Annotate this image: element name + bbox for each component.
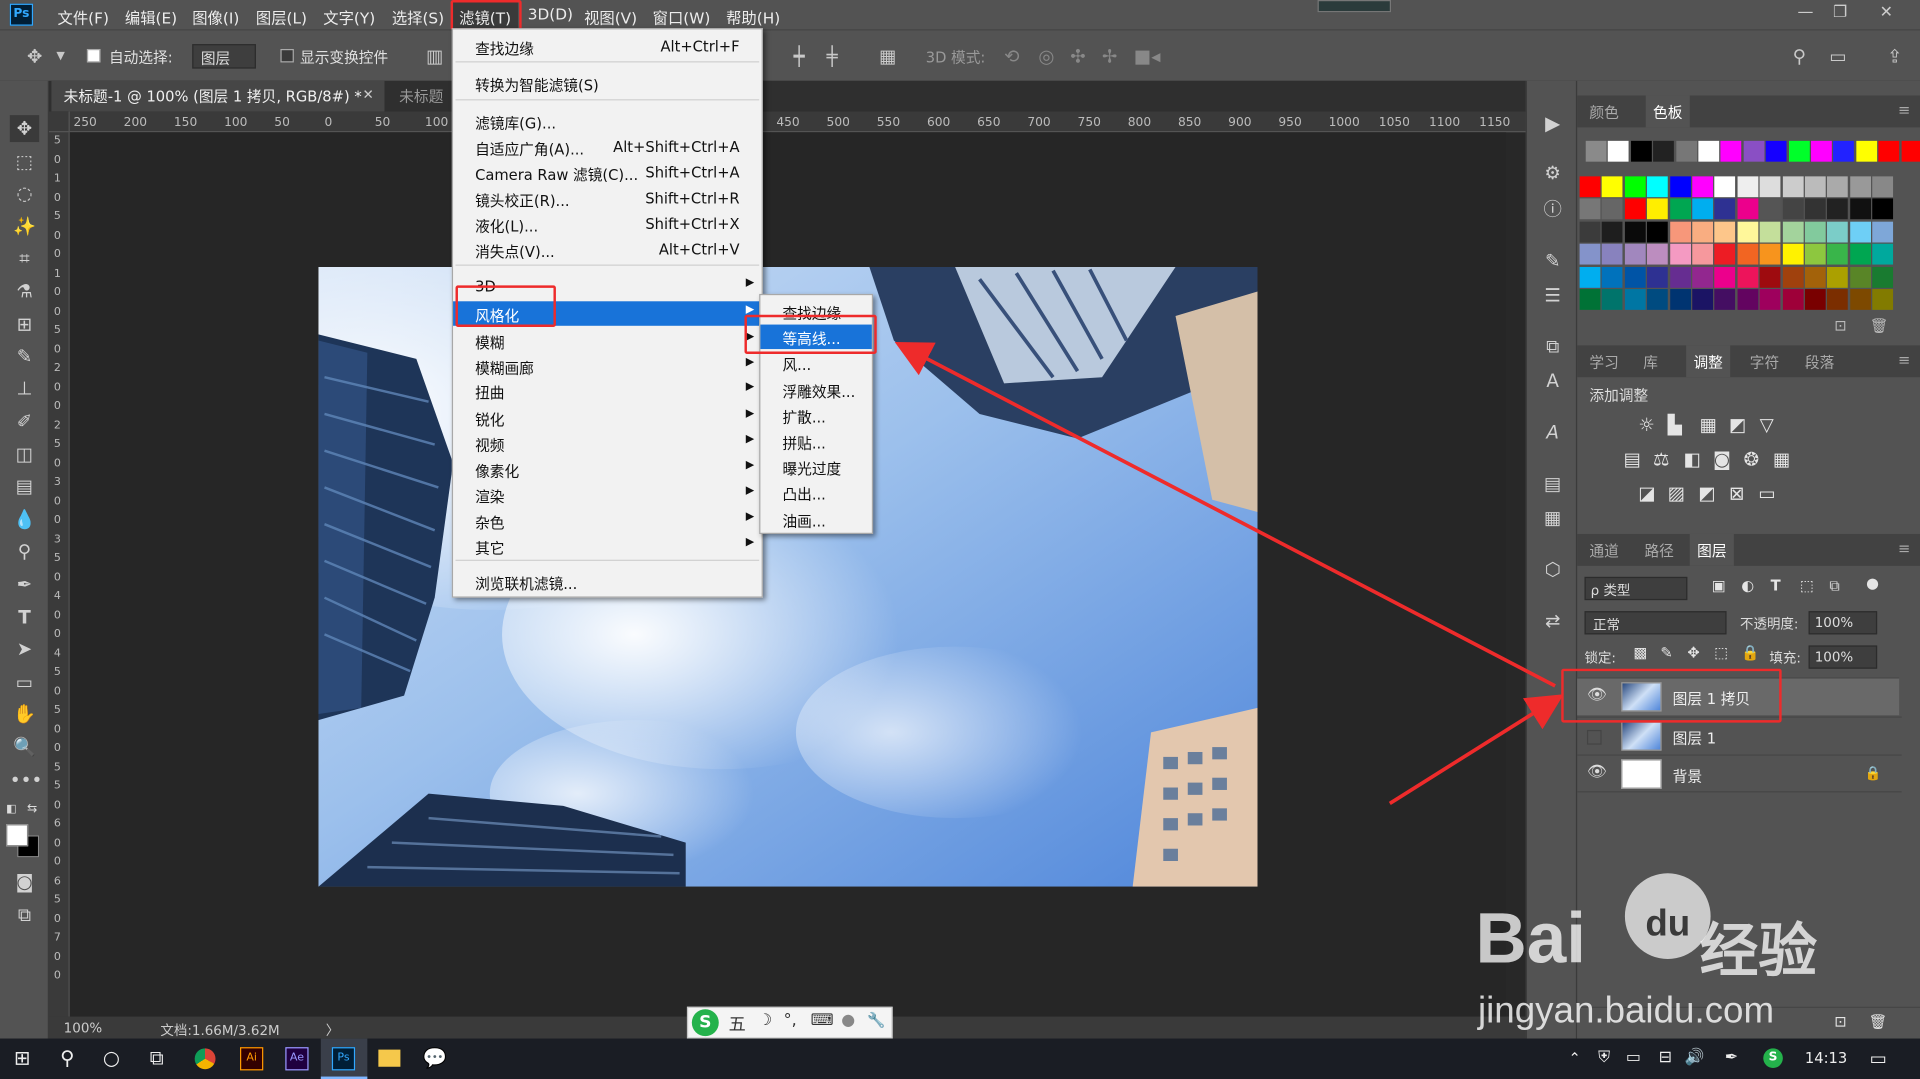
notification-icon[interactable]: ▭ <box>1864 1047 1893 1069</box>
wechat-icon[interactable]: 💬 <box>422 1046 446 1069</box>
cortana-icon[interactable]: ○ <box>97 1046 126 1069</box>
sogou-logo-icon[interactable]: S <box>691 1009 719 1037</box>
moon-icon[interactable]: ☽ <box>758 1012 772 1030</box>
punctuation-icon[interactable]: °, <box>784 1012 797 1030</box>
sogou-tray-icon[interactable]: S <box>1763 1048 1783 1068</box>
illustrator-icon[interactable]: Ai <box>240 1047 264 1071</box>
file-explorer-icon[interactable] <box>378 1049 401 1067</box>
photoshop-taskbar-icon[interactable]: Ps <box>331 1047 356 1071</box>
network-icon[interactable]: ⊟ <box>1651 1048 1680 1066</box>
watermark-cn: 经验 <box>1699 917 1818 986</box>
arrow-to-layer <box>1388 694 1564 805</box>
watermark-paw: du <box>1624 873 1711 959</box>
search-icon[interactable]: ⚲ <box>53 1046 82 1069</box>
chrome-icon[interactable] <box>194 1048 216 1070</box>
clock[interactable]: 14:13 <box>1805 1050 1847 1067</box>
battery-icon[interactable]: ▭ <box>1619 1048 1648 1066</box>
photoshop-window: Ps 文件(F) 编辑(E) 图像(I) 图层(L) 文字(Y) 选择(S) 滤… <box>0 0 1920 1079</box>
security-icon[interactable]: ⛨ <box>1589 1048 1618 1066</box>
show-hidden-icons[interactable]: ⌃ <box>1560 1050 1589 1067</box>
pen-icon[interactable]: ✒ <box>1717 1048 1746 1066</box>
watermark-brand: Bai <box>1475 898 1587 979</box>
keyboard-icon[interactable]: ⌨ <box>811 1012 834 1030</box>
windows-start-icon[interactable]: ⊞ <box>7 1046 36 1069</box>
arrow-to-contour <box>894 341 1556 688</box>
watermark-url: jingyan.baidu.com <box>1477 990 1775 1032</box>
wrench-icon[interactable]: 🔧 <box>867 1012 885 1029</box>
ime-toolbar: S 五 ☽ °, ⌨ ● 🔧 <box>686 1006 893 1039</box>
after-effects-icon[interactable]: Ae <box>285 1047 309 1071</box>
ime-wubi[interactable]: 五 <box>729 1012 746 1036</box>
volume-icon[interactable]: 🔊 <box>1680 1048 1709 1066</box>
baidu-watermark: Bai du 经验 jingyan.baidu.com <box>1476 873 1843 1032</box>
user-icon[interactable]: ● <box>841 1012 855 1030</box>
windows-taskbar: ⊞ ⚲ ○ ⧉ Ai Ae Ps 💬 ⌃ ⛨ ▭ ⊟ 🔊 ✒ S 14:13 ▭ <box>0 1038 1920 1079</box>
task-view-icon[interactable]: ⧉ <box>142 1046 171 1070</box>
